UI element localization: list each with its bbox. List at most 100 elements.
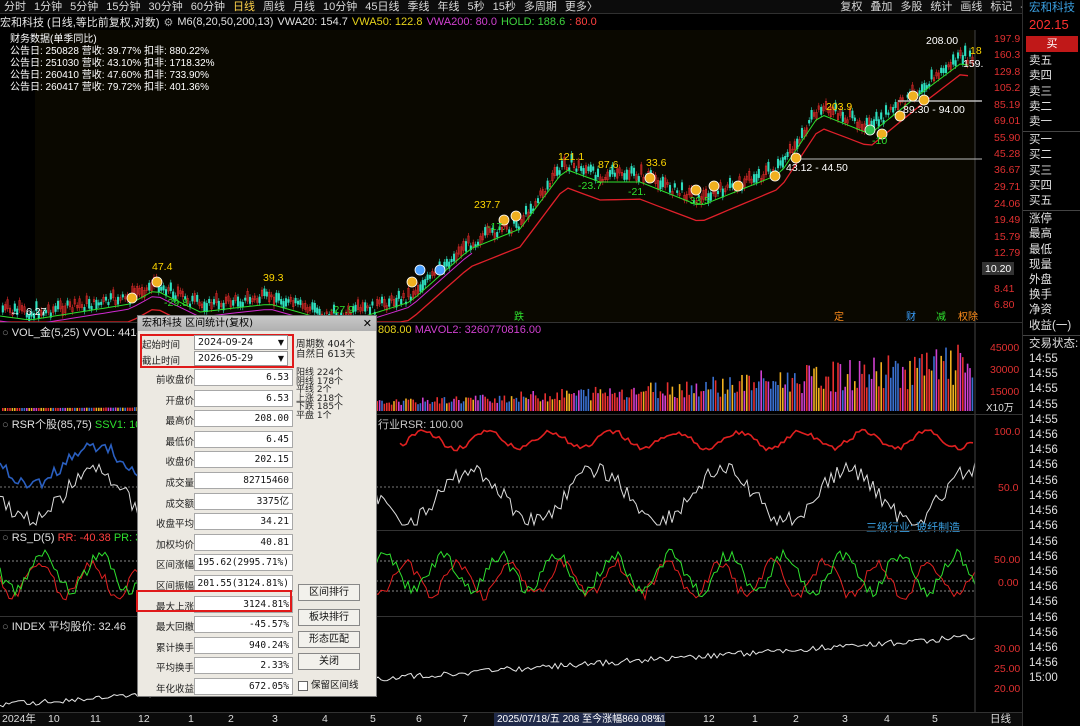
volume-bar [933,356,935,411]
volume-bar [770,388,772,411]
volume-bar [940,355,942,411]
volume-bar [546,401,549,411]
volume-bar [779,372,782,411]
time-axis-label: 10 [48,713,60,725]
volume-bar [42,407,45,411]
highlight-box-max-rise [136,590,292,612]
tab-0[interactable]: 分时 [0,0,30,14]
stat-label: 区间涨幅 [155,560,194,572]
tab-13[interactable]: 5秒 [464,0,489,14]
signal-marker [690,184,702,196]
toolbar-item-0[interactable]: 复权 [836,0,866,14]
price-axis-label: 160.3 [994,49,1020,61]
toolbar-item-2[interactable]: 多股 [896,0,926,14]
volume-bar [590,400,592,411]
volume-bar [810,376,813,411]
stat-value: 40.81 [194,533,293,551]
volume-bar [47,407,50,411]
tab-1[interactable]: 1分钟 [30,0,66,14]
candle [920,84,924,93]
volume-bar [9,407,11,411]
candle [54,305,57,312]
candle [1,305,4,313]
label-87: 87.6 [598,159,619,171]
finance-row: 公告日: 251030 营收: 43.10% 扣非: 1718.32% [10,56,215,69]
tab-4[interactable]: 30分钟 [145,0,187,14]
volume-bar [64,407,66,411]
tab-2[interactable]: 5分钟 [66,0,102,14]
tab-6[interactable]: 日线 [229,0,259,14]
keep-range-checkbox[interactable]: 保留区间线 [298,677,359,691]
toolbar-item-5[interactable]: 标记 [986,0,1016,14]
volume-bar [18,407,21,411]
volume-bar [863,364,866,411]
volume-bar [494,398,496,411]
dialog-button-1[interactable]: 板块排行 [298,609,360,626]
tab-15[interactable]: 多周期 [520,0,561,14]
volume-bar [40,407,42,411]
time-axis: 2025/07/18/五 208 至今涨幅869.08% 日线 2024年 10 1… [0,712,1022,726]
volume-bar [640,391,642,411]
volume-bar [438,403,441,411]
finance-row: 公告日: 250828 营收: 39.77% 扣非: 880.22% [10,44,209,57]
buy-button[interactable]: 买 [1026,36,1078,53]
range-stats-dialog: 宏和科技 区间统计(复权) ✕ 起始时间 2024-09-24 ▼ 截止时间 2… [136,315,377,697]
tab-3[interactable]: 15分钟 [102,0,144,14]
volume-bar [662,393,664,411]
settings-icon[interactable]: ⚙ [164,16,174,29]
tab-14[interactable]: 15秒 [489,0,520,14]
volume-bar [28,407,30,411]
volume-bar [549,396,551,411]
volume-bar [54,407,57,411]
tab-7[interactable]: 周线 [259,0,289,14]
candle [880,112,883,120]
end-date-select[interactable]: 2026-05-29 ▼ [194,351,288,366]
candle [892,107,895,113]
tab-11[interactable]: 季线 [404,0,434,14]
volume-bar [537,398,539,411]
label-m237: -23.7 [578,180,602,192]
volume-bar [400,404,402,411]
buy-list-item: 买一 [1029,134,1052,147]
tab-9[interactable]: 10分钟 [319,0,361,14]
tab-10[interactable]: 45日线 [361,0,403,14]
stat-label: 开盘价 [165,395,194,407]
tab-5[interactable]: 60分钟 [187,0,229,14]
candle [755,174,758,183]
toolbar-item-3[interactable]: 统计 [926,0,956,14]
dialog-button-3[interactable]: 关闭 [298,653,360,670]
volume-bar [681,390,683,411]
candle [236,296,240,307]
time-list-item: 14:56 [1029,429,1058,442]
candle [258,296,261,304]
candle [287,299,290,303]
dialog-button-0[interactable]: 区间排行 [298,584,360,601]
volume-bar [710,389,712,411]
time-list-item: 14:56 [1029,550,1058,563]
label-m298: -29.8 [164,297,188,309]
toolbar-item-1[interactable]: 叠加 [866,0,896,14]
tab-16[interactable]: 更多〉 [561,0,602,14]
volume-bar [820,385,822,411]
candle [944,64,948,74]
volume-bar [381,400,383,411]
vwa50-label: VWA50: 122.8 [351,16,423,28]
start-date-select[interactable]: 2024-09-24 ▼ [194,335,288,350]
stat-value: 672.05% [194,678,293,695]
toolbar-item-4[interactable]: 画线 [956,0,986,14]
volume-bar [753,382,755,411]
finance-row: 公告日: 260417 营收: 79.72% 扣非: 401.36% [10,80,209,93]
volume-bar [789,391,791,411]
tab-8[interactable]: 月线 [289,0,319,14]
volume-bar [849,360,851,411]
volume-bar [659,391,662,411]
volume-bar [580,389,582,411]
tab-12[interactable]: 年线 [434,0,464,14]
volume-bar [832,361,834,411]
price-chart[interactable]: 208.00 159. 18 203.9 89.30 - 94.00 43.12… [0,30,1022,322]
dialog-button-2[interactable]: 形态匹配 [298,631,360,648]
volume-bar [880,362,882,411]
close-icon[interactable]: ✕ [363,316,372,331]
chart-info-bar: 宏和科技 (日线,等比前复权,对数) ⚙ M6(8,20,50,200,13) … [0,14,1022,30]
volume-bar [448,402,450,411]
